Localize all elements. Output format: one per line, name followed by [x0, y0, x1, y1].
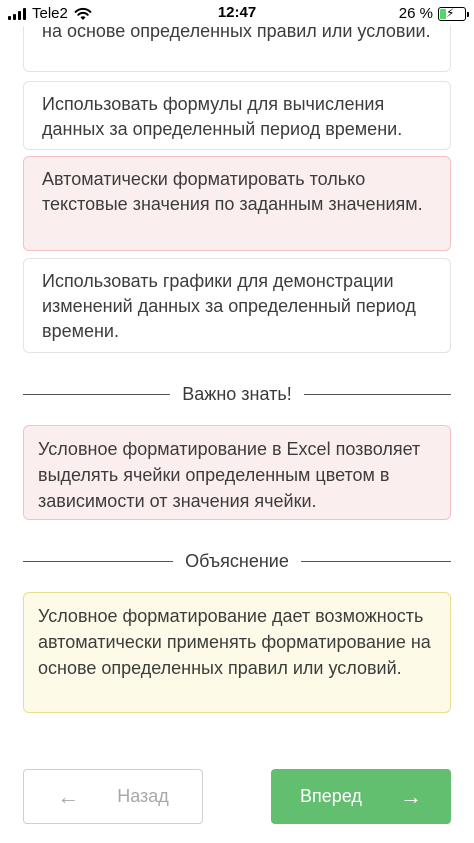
- answer-option-3-wrong[interactable]: Автоматически форматировать только текст…: [23, 156, 451, 251]
- status-right: 26 % ⚡: [398, 5, 469, 22]
- back-button[interactable]: ← Назад: [23, 769, 203, 824]
- important-divider: Важно знать!: [23, 382, 452, 406]
- next-button[interactable]: Вперед →: [271, 769, 451, 824]
- battery-percent: 26 %: [398, 5, 433, 22]
- important-text: Условное форматирование в Excel позволяе…: [38, 439, 421, 511]
- answer-option-text: Автоматически форматировать только текст…: [42, 169, 423, 214]
- answer-option-2[interactable]: Использовать формулы для вычисления данн…: [23, 81, 451, 150]
- divider-line: [23, 393, 171, 395]
- explanation-divider: Объяснение: [23, 549, 452, 573]
- next-button-label: Вперед: [300, 786, 362, 806]
- explanation-text: Условное форматирование дает возможность…: [38, 606, 431, 678]
- status-bar: Tele2 12:47 26 % ⚡: [0, 0, 474, 26]
- answer-option-4[interactable]: Использовать графики для демонстрации из…: [23, 258, 451, 353]
- battery-cap: [467, 11, 469, 17]
- divider-line: [303, 393, 452, 395]
- arrow-left-icon: ←: [57, 783, 80, 809]
- important-heading: Важно знать!: [182, 383, 292, 404]
- arrow-right-icon: →: [399, 783, 422, 809]
- back-button-label: Назад: [117, 786, 169, 806]
- divider-line: [300, 560, 452, 562]
- charging-bolt-icon: ⚡: [446, 5, 455, 20]
- answer-option-text: Использовать графики для демонстрации из…: [42, 271, 416, 341]
- divider-line: [23, 560, 174, 562]
- battery-icon: ⚡: [438, 5, 469, 21]
- answer-option-text: Использовать формулы для вычисления данн…: [42, 94, 403, 139]
- explanation-box: Условное форматирование дает возможность…: [23, 592, 451, 713]
- explanation-heading: Объяснение: [185, 550, 289, 571]
- important-box: Условное форматирование в Excel позволяе…: [23, 425, 451, 520]
